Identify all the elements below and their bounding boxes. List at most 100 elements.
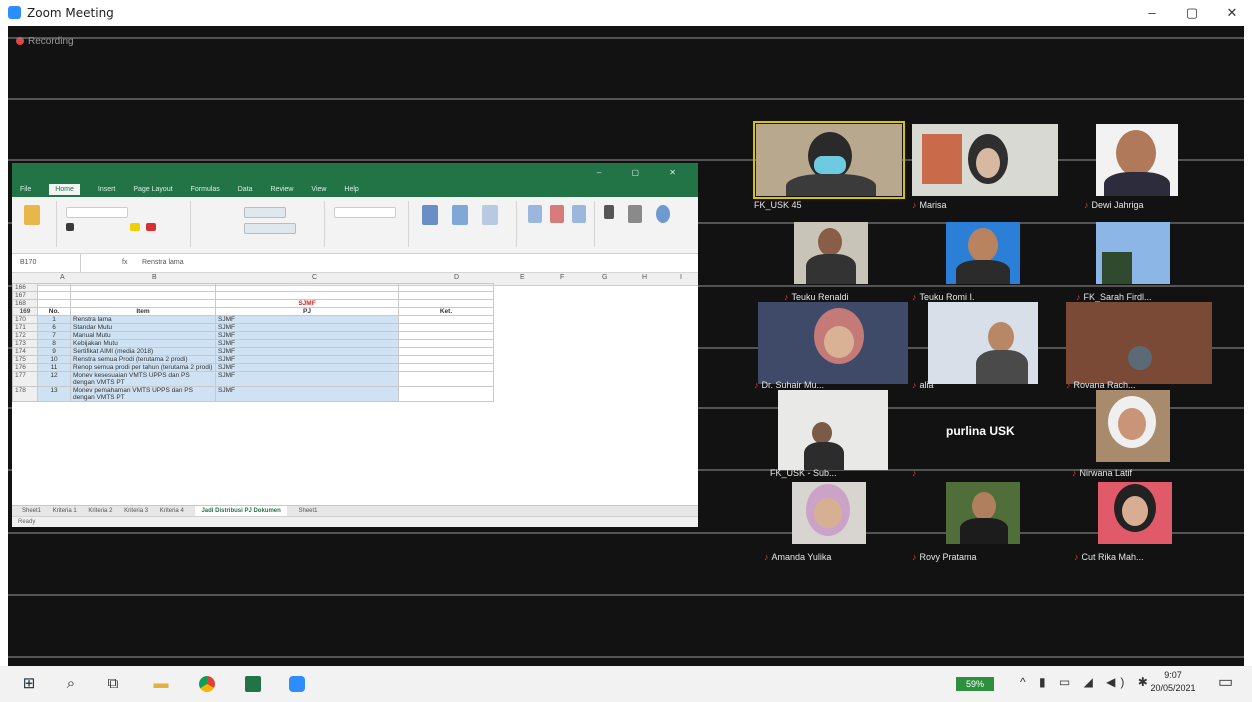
row-number[interactable]: 169 (12, 307, 38, 316)
ribbon-tab-home[interactable]: Home (49, 184, 80, 195)
participant-tile[interactable]: ♪ Rovy Pratama (912, 482, 1058, 564)
notification-icon[interactable]: ▭ (1218, 672, 1233, 692)
column-header[interactable]: F (560, 274, 564, 281)
row-number[interactable]: 174 (12, 347, 38, 356)
cell-no[interactable]: 6 (37, 323, 71, 332)
shared-excel-window[interactable]: – ▢ ✕ File Home Insert Page Layout Formu… (12, 163, 698, 527)
cell-ket[interactable] (398, 386, 494, 402)
ribbon-tab[interactable]: Formulas (191, 186, 220, 193)
cell-ket[interactable] (398, 315, 494, 324)
ribbon-tab[interactable]: Insert (98, 186, 116, 193)
row-number[interactable]: 170 (12, 315, 38, 324)
cell-no[interactable]: 12 (37, 371, 71, 387)
participant-tile[interactable]: ♪ Dewi Jahriga (1084, 124, 1230, 210)
row-number[interactable]: 178 (12, 386, 38, 402)
header-cell-item[interactable]: Item (70, 307, 216, 316)
excel-icon[interactable] (240, 672, 266, 696)
delete-cells-icon[interactable] (550, 205, 564, 223)
zoom-icon[interactable] (284, 672, 310, 696)
column-header[interactable]: D (454, 274, 459, 281)
bold-icon[interactable] (66, 223, 74, 231)
cell-no[interactable]: 13 (37, 386, 71, 402)
title-cell[interactable]: SJMF (215, 299, 399, 308)
cell-ket[interactable] (398, 363, 494, 372)
minimize-button[interactable]: – (1132, 2, 1172, 24)
sort-filter-icon[interactable] (628, 205, 642, 223)
row-number[interactable]: 177 (12, 371, 38, 387)
cell-item[interactable]: Renstra lama (70, 315, 216, 324)
formula-input[interactable]: Renstra lama (142, 254, 184, 272)
participant-tile[interactable]: FK_USK 45 (753, 121, 905, 210)
cell-pj[interactable]: SJMF (215, 386, 399, 402)
participant-tile[interactable]: purlina USK ♪ (912, 390, 1058, 478)
cell-item[interactable]: Monev pemahaman VMTS UPPS dan PS dengan … (70, 386, 216, 402)
system-tray-icons[interactable]: ^ ▮ ▭ ◢ ◀) ✱ (1020, 675, 1153, 689)
maximize-button[interactable]: ▢ (1172, 2, 1212, 24)
column-header[interactable]: I (680, 274, 682, 281)
cell-pj[interactable]: SJMF (215, 323, 399, 332)
name-box[interactable]: B170 (16, 254, 81, 272)
participant-tile[interactable]: ♪ Marisa (912, 124, 1058, 210)
participant-tile[interactable]: ♪ Teuku Romi I. (912, 222, 1058, 304)
cell-item[interactable]: Manual Mutu (70, 331, 216, 340)
participant-tile[interactable]: ♪ Dr. Suhair Mu... (754, 302, 908, 390)
ribbon-tab[interactable]: Data (238, 186, 253, 193)
cell-ket[interactable] (398, 355, 494, 364)
spreadsheet-grid[interactable]: 166 167 168 SJMF 169 No. Item PJ Ket. 170… (12, 283, 698, 505)
font-color-icon[interactable] (146, 223, 156, 231)
row-number[interactable]: 168 (12, 299, 38, 308)
header-cell-ket[interactable]: Ket. (398, 307, 494, 316)
cell-no[interactable]: 9 (37, 347, 71, 356)
cell-pj[interactable]: SJMF (215, 339, 399, 348)
excel-ribbon-tabs[interactable]: File Home Insert Page Layout Formulas Da… (12, 183, 698, 197)
excel-window-controls[interactable]: – ▢ ✕ (597, 163, 690, 183)
column-header[interactable]: H (642, 274, 647, 281)
autosum-icon[interactable] (604, 205, 614, 219)
row-number[interactable]: 176 (12, 363, 38, 372)
cell-no[interactable]: 8 (37, 339, 71, 348)
paste-icon[interactable] (24, 205, 40, 225)
cell-ket[interactable] (398, 339, 494, 348)
cell-no[interactable]: 10 (37, 355, 71, 364)
participant-tile[interactable]: ♪ Teuku Renaldi (784, 222, 930, 304)
cell-ket[interactable] (398, 371, 494, 387)
cell-no[interactable]: 1 (37, 315, 71, 324)
header-cell-no[interactable]: No. (37, 307, 71, 316)
header-cell-pj[interactable]: PJ (215, 307, 399, 316)
ribbon-tab[interactable]: Page Layout (133, 186, 172, 193)
cell-no[interactable]: 7 (37, 331, 71, 340)
column-header[interactable]: B (152, 274, 157, 281)
participant-tile[interactable]: ♪ FK_Sarah Firdl... (1076, 222, 1222, 304)
participant-tile[interactable]: ♪ Amanda Yulika (764, 482, 910, 564)
battery-indicator[interactable]: 59% (956, 677, 994, 691)
participant-tile[interactable]: FK_USK - Sub... (770, 390, 916, 478)
cell-styles-icon[interactable] (482, 205, 498, 225)
cell-pj[interactable]: SJMF (215, 355, 399, 364)
column-header[interactable]: E (520, 274, 525, 281)
find-select-icon[interactable] (656, 205, 670, 223)
cell-item[interactable]: Monev kesesuaian VMTS UPPS dan PS dengan… (70, 371, 216, 387)
merge-center-button[interactable] (244, 223, 296, 234)
cell-ket[interactable] (398, 347, 494, 356)
column-header[interactable]: A (60, 274, 65, 281)
close-button[interactable]: ✕ (1212, 2, 1252, 24)
column-header[interactable]: C (312, 274, 317, 281)
format-cells-icon[interactable] (572, 205, 586, 223)
cell-item[interactable]: Renop semua prodi per tahun (terutama 2 … (70, 363, 216, 372)
participant-tile[interactable]: ♪ Cut Rika Mah... (1074, 482, 1220, 564)
cell-item[interactable]: Standar Mutu (70, 323, 216, 332)
taskbar-clock[interactable]: 9:07 20/05/2021 (1146, 669, 1200, 695)
cell-pj[interactable]: SJMF (215, 363, 399, 372)
ribbon-tab[interactable]: Help (344, 186, 358, 193)
highlight-icon[interactable] (130, 223, 140, 231)
conditional-formatting-icon[interactable] (422, 205, 438, 225)
cell-no[interactable]: 11 (37, 363, 71, 372)
cell-ket[interactable] (398, 331, 494, 340)
row-number[interactable]: 171 (12, 323, 38, 332)
number-format-box[interactable] (334, 207, 396, 218)
participant-tile[interactable]: ♪ Nirwana Latif (1072, 390, 1218, 478)
row-number[interactable]: 175 (12, 355, 38, 364)
participant-tile[interactable]: ♪ alia (912, 302, 1058, 390)
insert-cells-icon[interactable] (528, 205, 542, 223)
windows-start-icon[interactable]: ⊞ (16, 672, 42, 696)
